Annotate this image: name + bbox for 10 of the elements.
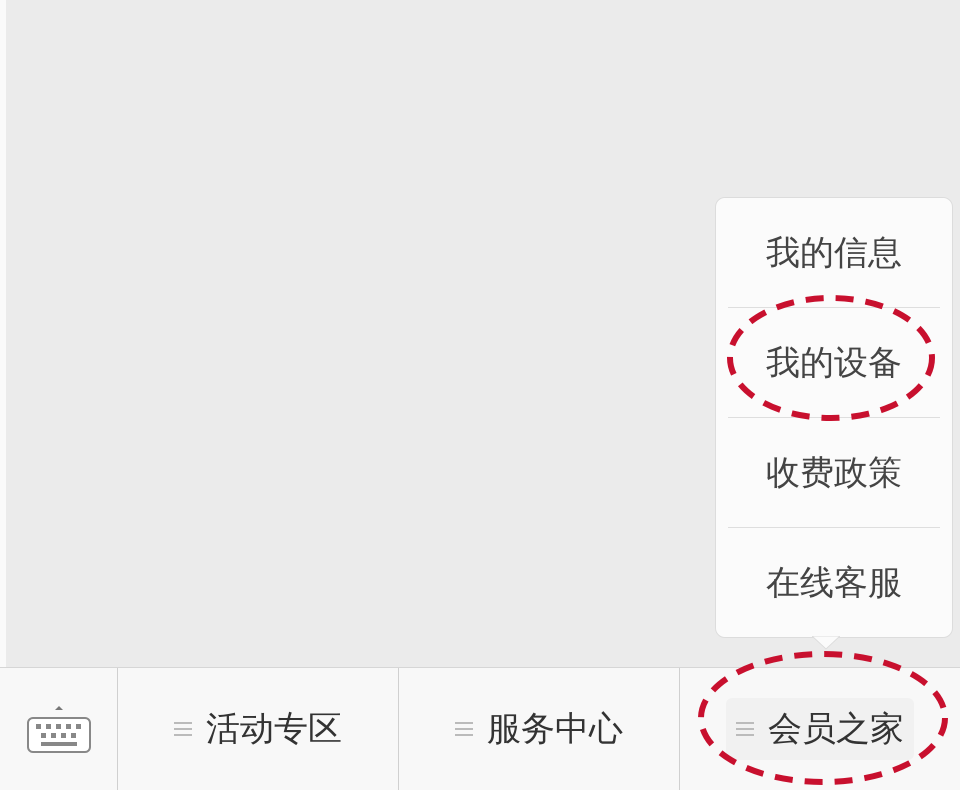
menu-icon [736,721,754,737]
menu-tab[interactable]: 服务中心 [445,698,633,760]
menu-icon [174,721,192,737]
menu-icon [455,721,473,737]
submenu-item[interactable]: 在线客服 [762,556,906,610]
menu-tab[interactable]: 活动专区 [164,698,352,760]
submenu-item[interactable]: 收费政策 [762,446,906,500]
submenu-item[interactable]: 我的信息 [762,226,906,280]
keyboard-icon [26,704,92,754]
menu-tab[interactable]: 会员之家 [726,698,914,760]
